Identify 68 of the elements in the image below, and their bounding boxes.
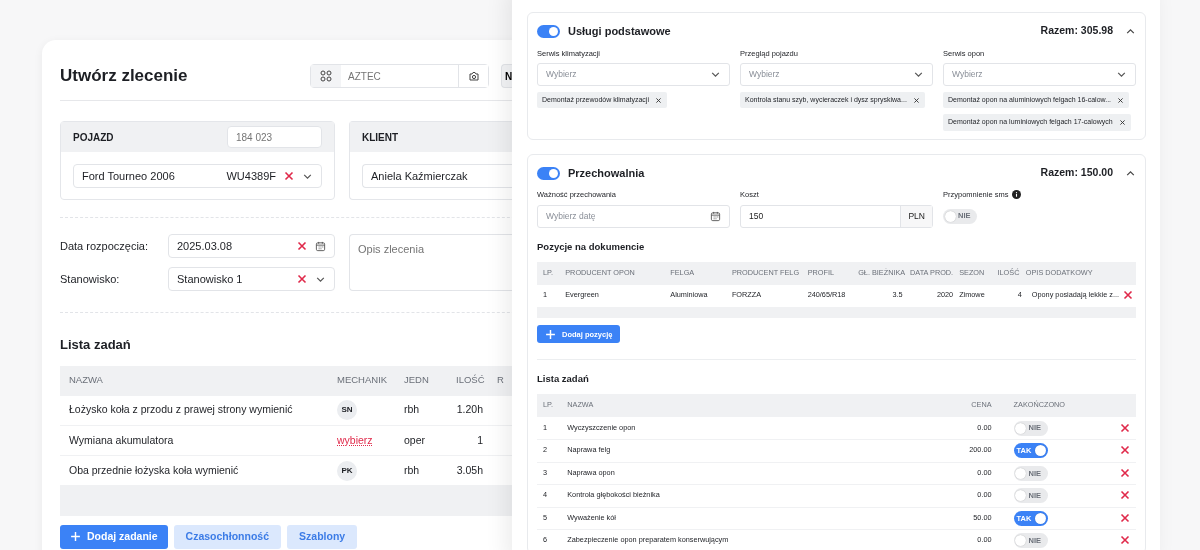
calendar-icon[interactable] bbox=[315, 240, 326, 252]
add-task-button[interactable]: Dodaj zadanie bbox=[60, 524, 168, 549]
quantity-cell: 1 bbox=[477, 433, 483, 446]
close-icon[interactable] bbox=[1122, 290, 1133, 301]
close-icon[interactable] bbox=[912, 96, 920, 104]
close-icon[interactable] bbox=[297, 241, 307, 251]
camera-icon[interactable] bbox=[467, 70, 480, 82]
plus-icon bbox=[545, 328, 556, 340]
select-field[interactable]: Wybierz bbox=[537, 62, 730, 86]
code-search-field[interactable]: AZTEC bbox=[310, 64, 489, 88]
task-name: Łożysko koła z przodu z prawej strony wymienić bbox=[69, 403, 293, 416]
client-select[interactable]: Aniela Kaźmierczak bbox=[362, 164, 513, 188]
choose-link[interactable]: wybierz bbox=[337, 433, 373, 446]
toggle-switch[interactable] bbox=[537, 166, 560, 180]
calendar-icon[interactable] bbox=[710, 210, 721, 222]
select-field[interactable]: Wybierz bbox=[943, 62, 1136, 86]
unit-cell: rbh bbox=[404, 403, 420, 416]
total-amount: Razem: 150.00 bbox=[1040, 165, 1113, 181]
section-title: Lista zadań bbox=[60, 336, 132, 354]
station-select[interactable]: Stanowisko 1 bbox=[168, 267, 335, 291]
column-header: MECHANIK bbox=[337, 374, 388, 386]
column-header: R bbox=[497, 374, 504, 386]
n-button[interactable]: N bbox=[501, 64, 513, 88]
close-icon[interactable] bbox=[1120, 535, 1130, 546]
close-icon[interactable] bbox=[1117, 96, 1125, 104]
column-header: NAZWA bbox=[69, 374, 103, 386]
select-field[interactable]: Wybierz bbox=[740, 62, 933, 86]
date-field[interactable]: Wybierz datę bbox=[537, 204, 730, 228]
quantity-cell: 3.05h bbox=[456, 463, 483, 476]
unit-cell: oper bbox=[404, 433, 425, 446]
field-label: Data rozpoczęcia: bbox=[60, 238, 150, 254]
info-icon bbox=[1012, 190, 1022, 200]
secondary-button[interactable]: Czasochłonność bbox=[173, 524, 282, 549]
section-title: Lista zadań bbox=[537, 371, 590, 386]
plus-icon bbox=[70, 531, 81, 542]
number-field[interactable]: 184 023 bbox=[227, 126, 322, 148]
quantity-cell: 1.20h bbox=[456, 403, 483, 416]
section-title: Przechowalnia bbox=[568, 165, 645, 181]
grid-icon[interactable] bbox=[320, 70, 332, 82]
mechanic-avatar[interactable]: SN bbox=[337, 400, 357, 421]
unit-cell: rbh bbox=[404, 463, 420, 476]
close-icon[interactable] bbox=[1120, 467, 1130, 478]
secondary-button[interactable]: Szablony bbox=[287, 524, 358, 549]
card-title: KLIENT bbox=[362, 130, 399, 145]
description-field[interactable]: Opis zlecenia bbox=[349, 234, 513, 291]
close-icon[interactable] bbox=[1120, 512, 1130, 523]
close-icon[interactable] bbox=[297, 274, 307, 284]
close-icon[interactable] bbox=[1120, 490, 1130, 501]
toggle-switch[interactable] bbox=[537, 24, 560, 38]
mechanic-avatar[interactable]: PK bbox=[337, 460, 357, 481]
close-icon[interactable] bbox=[1120, 422, 1130, 433]
close-icon[interactable] bbox=[655, 96, 662, 104]
section-title: Pozycje na dokumencie bbox=[537, 239, 646, 254]
total-amount: Razem: 305.98 bbox=[1040, 23, 1113, 39]
cost-field[interactable]: 150 PLN bbox=[740, 204, 933, 228]
close-icon[interactable] bbox=[1118, 119, 1126, 126]
page-title: Utwórz zlecenie bbox=[60, 65, 189, 88]
task-name: Wymiana akumulatora bbox=[69, 433, 174, 446]
field-label: Stanowisko: bbox=[60, 271, 121, 287]
date-field[interactable]: 2025.03.08 bbox=[168, 234, 335, 258]
task-name: Oba przednie łożyska koła wymienić bbox=[69, 463, 239, 476]
close-icon[interactable] bbox=[1120, 445, 1130, 456]
close-icon[interactable] bbox=[284, 171, 294, 181]
section-title: Usługi podstawowe bbox=[568, 24, 671, 39]
card-title: POJAZD bbox=[73, 130, 114, 145]
vehicle-select[interactable]: Ford Tourneo 2006 WU4389F bbox=[73, 164, 322, 188]
column-header: ILOŚĆ bbox=[456, 374, 485, 386]
column-header: JEDN bbox=[404, 374, 429, 386]
